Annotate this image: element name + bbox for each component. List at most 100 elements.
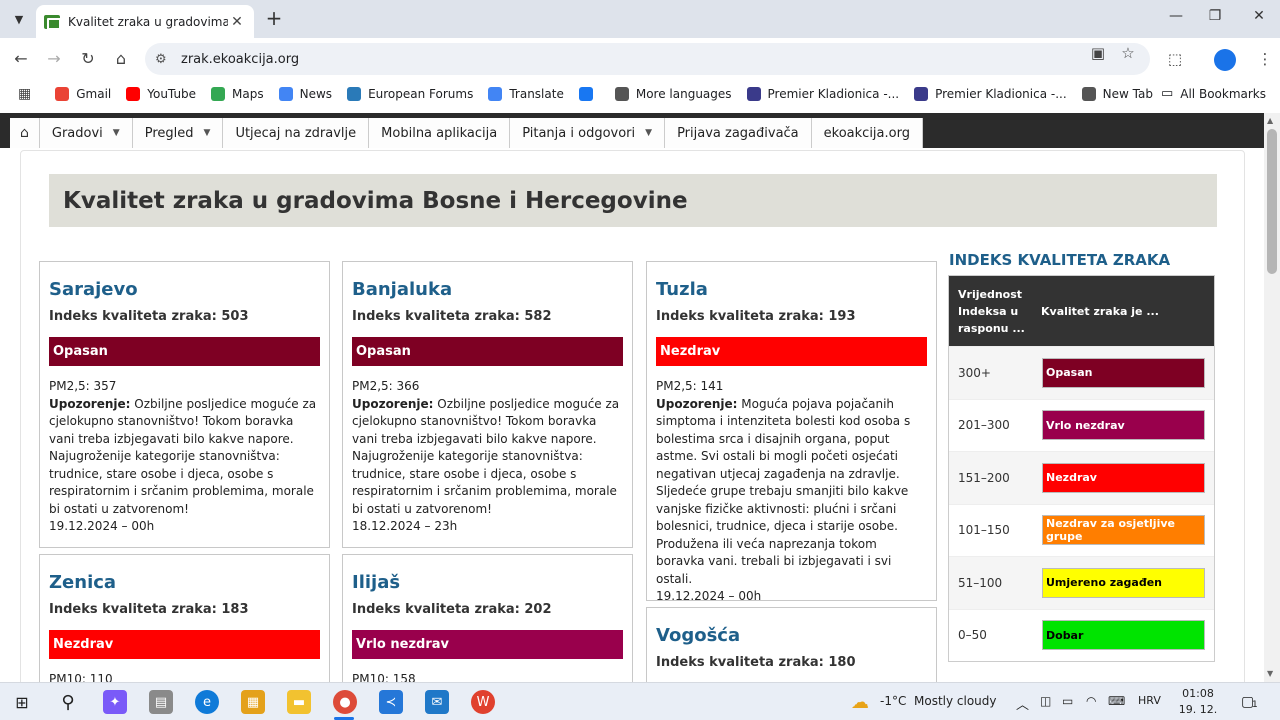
status-badge: Opasan (352, 337, 623, 366)
city-name[interactable]: Ilijaš (352, 572, 623, 593)
tab-title: Kvalitet zraka u gradovima Bosne i Herce… (68, 14, 228, 29)
nav-item[interactable]: ekoakcija.org (811, 118, 923, 148)
bookmark-item[interactable]: European Forums (347, 87, 473, 101)
bookmark-label: YouTube (147, 87, 197, 101)
browser-menu-icon[interactable]: ⋮ (1254, 48, 1276, 70)
weather-cloud-icon[interactable]: ☁ (848, 690, 872, 714)
legend-quality-chip: Nezdrav (1042, 462, 1205, 493)
tray-app-icon[interactable]: ◫ (1040, 694, 1051, 708)
copilot-icon[interactable]: ✦ (103, 690, 127, 714)
new-tab-plus-icon[interactable]: + (263, 8, 285, 30)
city-name[interactable]: Zenica (49, 572, 320, 593)
close-tab-icon[interactable]: ✕ (228, 14, 246, 30)
system-clock[interactable]: 01:08 19. 12. 2024. (1167, 686, 1229, 720)
forums-icon (347, 87, 362, 101)
battery-icon[interactable]: ▭ (1062, 694, 1073, 708)
keyboard-icon[interactable]: ⌨ (1108, 694, 1125, 708)
city-name[interactable]: Vogošća (656, 625, 927, 646)
network-icon[interactable]: ◠ (1086, 694, 1096, 708)
translate-page-icon[interactable]: ▣ (1087, 44, 1109, 62)
bookmark-item[interactable]: News (278, 87, 332, 101)
edge-icon[interactable]: e (195, 690, 219, 714)
legend-row: 201–300 Vrlo nezdrav (949, 398, 1214, 452)
page-scrollbar[interactable]: ▲ ▼ (1264, 113, 1280, 682)
bookmark-item[interactable] (578, 87, 600, 101)
extensions-icon[interactable]: ⬚ (1164, 48, 1186, 70)
bookmark-item[interactable]: More languages (614, 87, 732, 101)
search-icon[interactable]: ⚲ (56, 690, 80, 714)
tray-chevron-icon[interactable]: ︿ (1016, 694, 1029, 713)
all-bookmarks-button[interactable]: ▭ All Bookmarks (1161, 86, 1266, 101)
city-name[interactable]: Sarajevo (49, 279, 320, 300)
bookmark-label: Premier Kladionica -... (767, 87, 900, 101)
city-card: Sarajevo Indeks kvaliteta zraka: 503 Opasa… (39, 261, 330, 548)
nav-item[interactable]: Gradovi ▼ (39, 118, 133, 148)
scroll-thumb[interactable] (1267, 129, 1277, 274)
profile-avatar[interactable] (1214, 49, 1236, 71)
nav-item[interactable]: Utjecaj na zdravlje (223, 118, 370, 148)
home-icon[interactable]: ⌂ (110, 48, 132, 70)
browser-toolbar: ← → ↻ ⌂ ⚙ zrak.ekoakcija.org ▣ ☆ ⬚ ⋮ (0, 38, 1280, 80)
file-explorer-icon[interactable]: ▬ (287, 690, 311, 714)
wps-office-icon[interactable]: W (471, 690, 495, 714)
city-name[interactable]: Banjaluka (352, 279, 623, 300)
bookmark-item[interactable]: Premier Kladionica -... (914, 87, 1067, 101)
address-bar[interactable]: ⚙ zrak.ekoakcija.org (145, 43, 1150, 75)
close-window-icon[interactable]: ✕ (1249, 8, 1269, 24)
bookmark-item[interactable]: YouTube (126, 87, 196, 101)
city-card: Banjaluka Indeks kvaliteta zraka: 582 Opas… (342, 261, 633, 548)
task-view-icon[interactable]: ▤ (149, 690, 173, 714)
home-nav-icon[interactable]: ⌂ (10, 118, 40, 148)
aqi-value: Indeks kvaliteta zraka: 202 (352, 602, 552, 617)
bookmark-label: Translate (509, 87, 564, 101)
bookmark-label: Premier Kladionica -... (935, 87, 1067, 101)
legend-row: 300+ Opasan (949, 346, 1214, 399)
legend-row: 51–100 Umjereno zagađen (949, 556, 1214, 609)
pm-value: PM2,5: 357 (49, 379, 117, 393)
site-info-icon[interactable]: ⚙ (155, 52, 175, 67)
mail-icon[interactable]: ✉ (425, 690, 449, 714)
bookmark-item[interactable]: Premier Kladionica -... (746, 87, 900, 101)
weather-description[interactable]: Mostly cloudy (914, 694, 997, 708)
nav-item-label: Prijava zagađivača (677, 125, 799, 141)
minimize-icon[interactable]: — (1166, 8, 1186, 24)
bookmark-item[interactable]: Gmail (55, 87, 111, 101)
back-arrow-icon[interactable]: ← (10, 48, 32, 70)
reload-icon[interactable]: ↻ (77, 48, 99, 70)
nav-item-label: Utjecaj na zdravlje (235, 125, 357, 141)
city-card: Vogošća Indeks kvaliteta zraka: 180 (646, 607, 937, 682)
legend-quality-chip: Umjereno zagađen (1042, 567, 1205, 598)
tab-search-icon[interactable]: ▼ (8, 8, 30, 30)
weather-temp[interactable]: -1°C (880, 694, 906, 708)
scroll-down-icon[interactable]: ▼ (1267, 669, 1273, 678)
translate-icon (488, 87, 503, 101)
globe-icon (1081, 87, 1096, 101)
nav-item-label: Pitanja i odgovori (522, 125, 636, 141)
bookmark-star-icon[interactable]: ☆ (1117, 44, 1139, 62)
bookmark-item[interactable]: New Tab (1081, 87, 1153, 101)
bookmark-item[interactable]: Maps (211, 87, 264, 101)
all-bookmarks-label: All Bookmarks (1180, 86, 1266, 101)
warning-text: Upozorenje: Ozbiljne posljedice moguće z… (352, 396, 623, 519)
language-indicator[interactable]: HRV (1138, 694, 1161, 707)
nav-item[interactable]: Pregled ▼ (132, 118, 224, 148)
warning-label: Upozorenje: (656, 396, 738, 411)
city-name[interactable]: Tuzla (656, 279, 927, 300)
vscode-icon[interactable]: ≺ (379, 690, 403, 714)
aqi-value: Indeks kvaliteta zraka: 193 (656, 309, 856, 324)
forward-arrow-icon[interactable]: → (43, 48, 65, 70)
browser-tab[interactable]: Kvalitet zraka u gradovima Bosne i Herce… (36, 5, 254, 38)
bookmark-item[interactable]: Translate (488, 87, 564, 101)
nav-item[interactable]: Prijava zagađivača (665, 118, 812, 148)
start-icon[interactable]: ⊞ (10, 690, 34, 714)
legend-row: 0–50 Dobar (949, 608, 1214, 662)
apps-grid-icon[interactable]: ▦ (18, 86, 31, 102)
scroll-up-icon[interactable]: ▲ (1267, 116, 1273, 125)
nav-item[interactable]: Pitanja i odgovori ▼ (510, 118, 666, 148)
nav-item[interactable]: Mobilna aplikacija (369, 118, 511, 148)
pm-value: PM10: 110 (49, 672, 113, 682)
legend-header: Vrijednost Indeksa u rasponu ... Kvalite… (949, 276, 1214, 346)
store-icon[interactable]: ▦ (241, 690, 265, 714)
chrome-icon[interactable]: ● (333, 690, 357, 714)
maximize-icon[interactable]: ❐ (1205, 8, 1225, 24)
